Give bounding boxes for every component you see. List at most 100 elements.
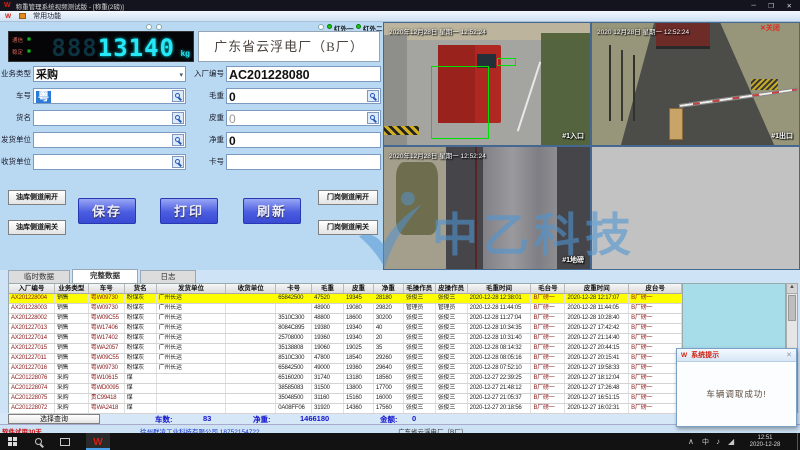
app-window: W 称重管理系统视频测试版 - [称重(2磅)] ─ ❐ ✕ W 常用功能 红外… <box>0 0 800 450</box>
taskbar-app-weighing[interactable]: W <box>86 433 110 450</box>
camera-weighbridge[interactable]: 2020年12月28日 星期一 12:52:24 #1地磅 <box>383 146 591 270</box>
camera-entrance[interactable]: 2020年12月28日 星期一 12:52:24 #1入口 <box>383 22 591 146</box>
table-cell: 2020-12-28 10:31:40 <box>468 334 532 343</box>
table-cell: 张俊三 <box>436 334 468 343</box>
tare-input[interactable]: 0 <box>226 110 381 126</box>
receiver-lookup-icon[interactable] <box>172 156 184 168</box>
gatehouse-gate-close-button[interactable]: 门岗侧道闸关 <box>318 220 378 235</box>
minimize-icon[interactable]: ─ <box>751 2 756 9</box>
column-header[interactable]: 皮重 <box>344 284 374 293</box>
net-input[interactable]: 0 <box>226 132 381 148</box>
table-row[interactable]: AX201228004销售粤W09730粉煤灰广州长运6584250047520… <box>9 294 682 304</box>
table-row[interactable]: AX201227014销售粤W17402粉煤灰广州长运2570800019360… <box>9 334 682 344</box>
table-row[interactable]: AX201227013销售粤W17406粉煤灰广州长运8084C89519380… <box>9 324 682 334</box>
save-button[interactable]: 保存 <box>78 198 136 224</box>
tray-expand-icon[interactable]: ∧ <box>688 437 694 446</box>
refresh-button[interactable]: 刷新 <box>243 198 301 224</box>
toggle-indicator-1[interactable] <box>146 24 152 30</box>
table-row[interactable]: AC201228076采购粤W10615煤6516020031740131801… <box>9 374 682 384</box>
close-icon[interactable]: ✕ <box>787 2 792 10</box>
toggle-indicator-2[interactable] <box>156 24 162 30</box>
column-header[interactable]: 毛台号 <box>531 284 565 293</box>
table-cell: 广州长运 <box>157 294 227 303</box>
business-type-select[interactable]: 采购 ▾ <box>33 66 186 82</box>
network-icon[interactable]: ◢ <box>728 437 734 446</box>
column-header[interactable]: 车号 <box>89 284 125 293</box>
tare-lookup-icon[interactable] <box>367 112 379 124</box>
gross-input[interactable]: 0 <box>226 88 381 104</box>
column-header[interactable]: 收货单位 <box>226 284 276 293</box>
truck-no-input[interactable]: 粤 <box>33 88 186 104</box>
table-cell: 张俊三 <box>436 404 468 413</box>
table-row[interactable]: AX201227011销售粤W09C55粉煤灰广州长运8510C30047800… <box>9 354 682 364</box>
table-row[interactable]: AC201228074采购粤WD0095煤3858508331500138001… <box>9 384 682 394</box>
receiver-label: 收货单位 <box>0 154 31 170</box>
camera-exit[interactable]: 2020 12月28日 星期一 12:52:24 #1出口 <box>591 22 800 146</box>
table-row[interactable]: AC201228072采购粤WA2418煤0A08FF0631920143601… <box>9 404 682 414</box>
table-cell: 2020-12-28 12:38:01 <box>468 294 532 303</box>
table-row[interactable]: AC201228075采购贵C99418煤3504850031160151601… <box>9 394 682 404</box>
camera-offline[interactable] <box>591 146 800 270</box>
receiver-input[interactable] <box>33 154 186 170</box>
window-title: 称重管理系统视频测试版 - [称重(2磅)] <box>16 1 124 11</box>
dialog-close-icon[interactable]: ✕ <box>786 351 792 359</box>
print-button[interactable]: 打印 <box>160 198 218 224</box>
goods-lookup-icon[interactable] <box>172 112 184 124</box>
table-cell: 张俊三 <box>404 334 436 343</box>
comm-label: 通信 <box>12 36 23 44</box>
sender-lookup-icon[interactable] <box>172 134 184 146</box>
truck-lookup-icon[interactable] <box>172 90 184 102</box>
column-header[interactable]: 毛重时间 <box>468 284 532 293</box>
table-cell: 29640 <box>374 364 404 373</box>
column-header[interactable]: 皮操作员 <box>436 284 468 293</box>
column-header[interactable]: 货名 <box>125 284 157 293</box>
start-button[interactable] <box>8 437 17 446</box>
entry-no-input[interactable]: AC201228080 <box>226 66 381 82</box>
table-row[interactable]: AX201228003销售粤W09730粉煤灰广州长运4890019080298… <box>9 304 682 314</box>
volume-icon[interactable]: ♪ <box>716 437 720 446</box>
search-icon[interactable] <box>35 438 42 445</box>
column-header[interactable]: 净重 <box>374 284 404 293</box>
column-header[interactable]: 入厂编号 <box>9 284 55 293</box>
maximize-icon[interactable]: ❐ <box>768 2 774 10</box>
oil-gate-close-button[interactable]: 油库侧道闸关 <box>8 220 66 235</box>
gatehouse-gate-open-button[interactable]: 门岗侧道闸开 <box>318 190 378 205</box>
column-header[interactable]: 毛重 <box>312 284 344 293</box>
table-row[interactable]: AX201228002销售粤W09C55粉煤灰广州长运3510C30048800… <box>9 314 682 324</box>
table-row[interactable]: AX201227015销售粤WA2057粉煤灰广州长运3513880819060… <box>9 344 682 354</box>
tab-complete-data[interactable]: 完整数据 <box>72 269 138 283</box>
table-cell: 40 <box>374 324 404 333</box>
tab-log[interactable]: 日志 <box>140 270 196 283</box>
column-header[interactable]: 皮台号 <box>629 284 682 293</box>
card-no-input[interactable] <box>226 154 381 170</box>
scrollbar-thumb[interactable] <box>788 295 796 321</box>
table-cell: 0A08FF06 <box>276 404 312 413</box>
table-cell: 张俊三 <box>404 314 436 323</box>
input-method-icon[interactable]: 中 <box>702 437 709 447</box>
clock[interactable]: 12:51 2020-12-28 <box>744 435 786 449</box>
table-cell: 粤W09730 <box>89 304 125 313</box>
table-cell: 粉煤灰 <box>125 354 157 363</box>
column-header[interactable]: 卡号 <box>276 284 312 293</box>
column-header[interactable]: 毛操作员 <box>404 284 436 293</box>
close-video-button[interactable]: ✕关闭 <box>760 23 780 33</box>
table-row[interactable]: AX201227016销售粤W09730粉煤灰广州长运6584250049000… <box>9 364 682 374</box>
chevron-down-icon[interactable]: ▾ <box>179 69 183 82</box>
tab-temp-data[interactable]: 临时数据 <box>8 270 70 283</box>
gross-lookup-icon[interactable] <box>367 90 379 102</box>
dialog-title-bar[interactable]: W 系统提示 ✕ <box>677 349 796 362</box>
cam3-label: #1地磅 <box>562 255 584 265</box>
select-query-button[interactable]: 选择查询 <box>8 414 100 424</box>
entry-no-label: 入厂编号 <box>188 66 224 82</box>
oil-gate-open-button[interactable]: 油库侧道闸开 <box>8 190 66 205</box>
menu-item-common-functions[interactable]: 常用功能 <box>33 11 61 21</box>
scroll-up-icon[interactable]: ▲ <box>787 284 797 294</box>
table-cell: 张俊三 <box>436 314 468 323</box>
sender-input[interactable] <box>33 132 186 148</box>
column-header[interactable]: 皮重时间 <box>565 284 629 293</box>
goods-input[interactable] <box>33 110 186 126</box>
task-view-icon[interactable] <box>60 438 70 446</box>
column-header[interactable]: 发货单位 <box>157 284 227 293</box>
infrared-toggle[interactable] <box>318 24 324 30</box>
column-header[interactable]: 业务类型 <box>55 284 89 293</box>
